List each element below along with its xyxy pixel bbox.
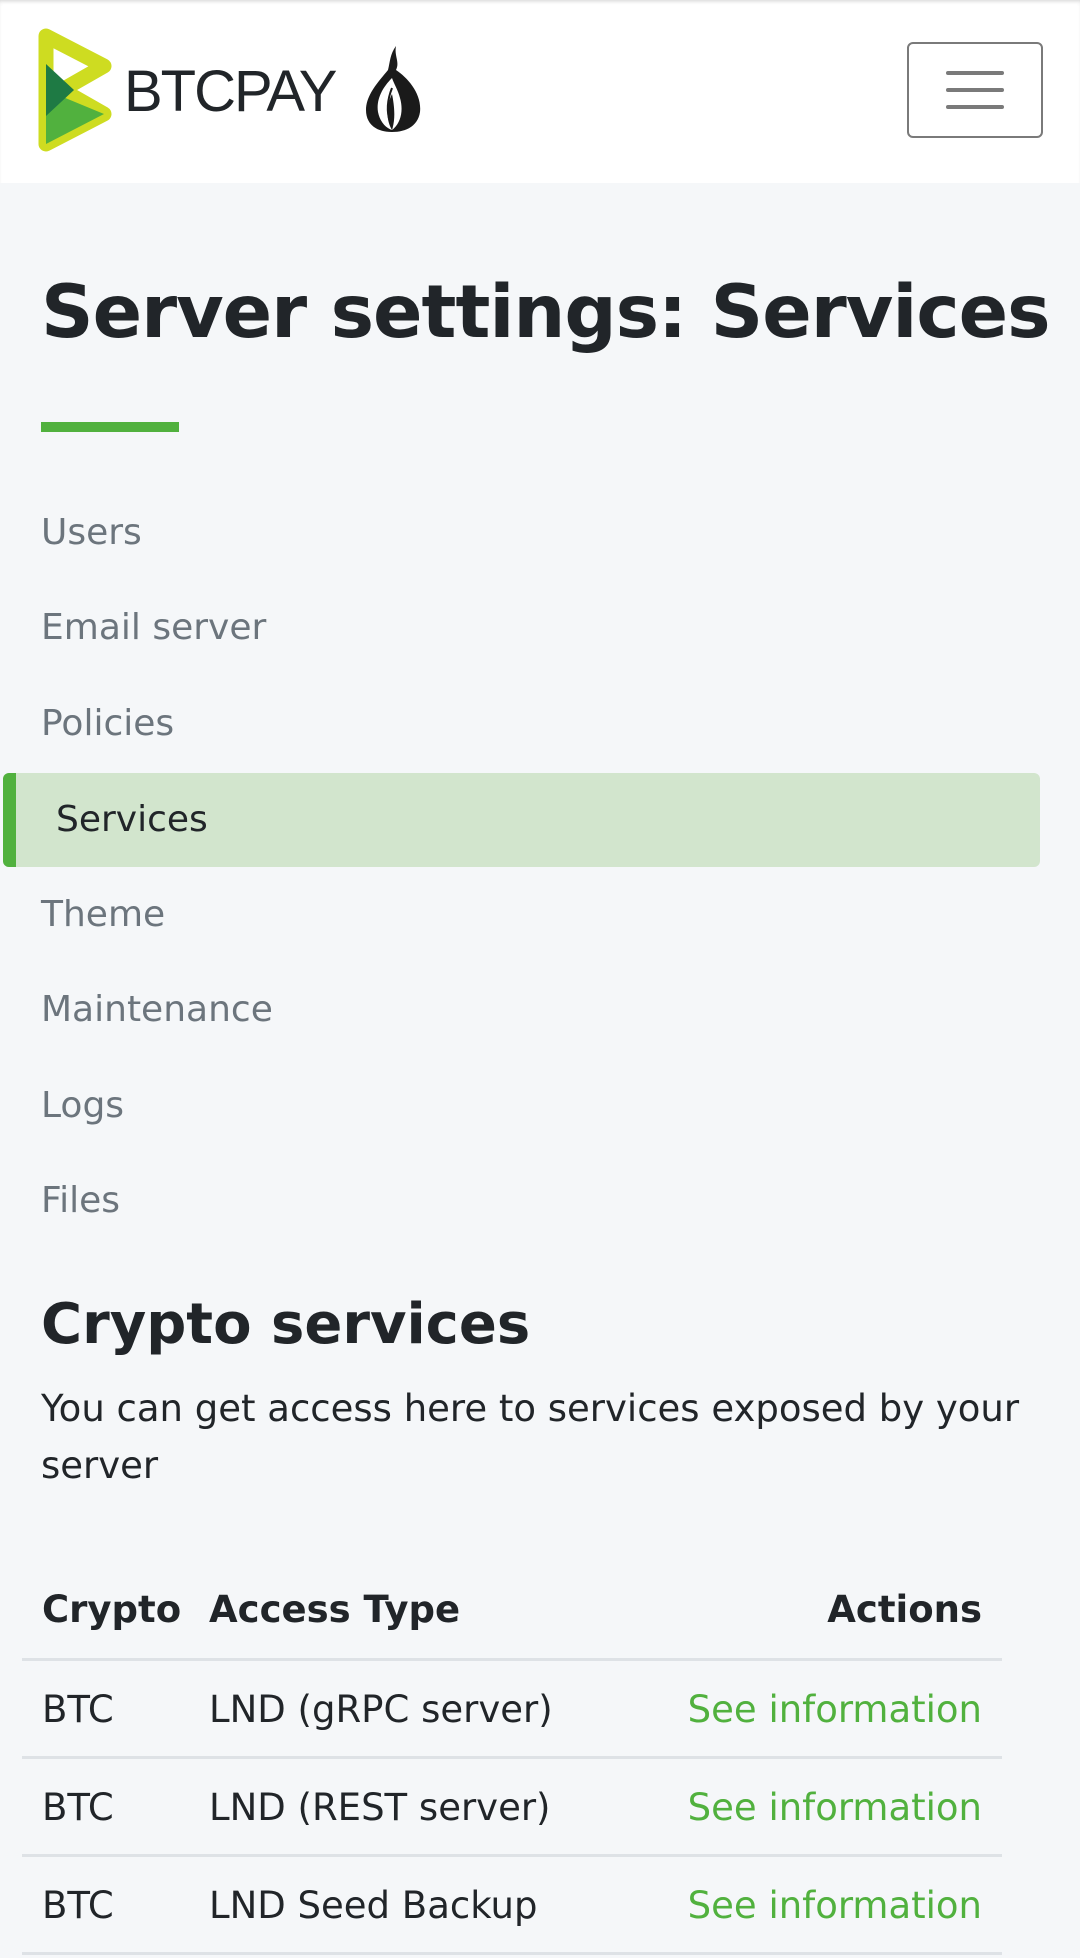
table-row: BTC LND (gRPC server) See information <box>22 1661 1002 1759</box>
cell-crypto: BTC <box>42 1884 114 1927</box>
page-title: Server settings: Services <box>41 270 1051 355</box>
btcpay-logo-icon <box>38 28 112 152</box>
brand-text: BTCPAY <box>124 59 337 124</box>
column-header-actions: Actions <box>827 1588 982 1631</box>
cell-access-type: LND (gRPC server) <box>209 1688 553 1731</box>
nav-item-logs[interactable]: Logs <box>41 1086 124 1126</box>
nav-item-services[interactable]: Services <box>3 773 1040 867</box>
cell-crypto: BTC <box>42 1786 114 1829</box>
table-header-row: Crypto Access Type Actions <box>22 1560 1002 1661</box>
table-row: BTC LND (REST server) See information <box>22 1759 1002 1857</box>
menu-toggle-button[interactable] <box>907 42 1043 138</box>
nav-item-files[interactable]: Files <box>41 1181 120 1221</box>
cell-access-type: LND (REST server) <box>209 1786 551 1829</box>
nav-item-maintenance[interactable]: Maintenance <box>41 990 273 1030</box>
section-title: Crypto services <box>41 1292 531 1357</box>
see-information-link[interactable]: See information <box>688 1857 982 1955</box>
section-description: You can get access here to services expo… <box>41 1387 1020 1487</box>
cell-access-type: LND Seed Backup <box>209 1884 538 1927</box>
nav-item-theme[interactable]: Theme <box>41 895 165 935</box>
title-underline <box>41 422 179 432</box>
top-navbar: BTCPAY <box>0 0 1080 183</box>
see-information-link[interactable]: See information <box>688 1661 982 1759</box>
column-header-access-type: Access Type <box>209 1588 461 1631</box>
nav-item-email-server[interactable]: Email server <box>41 608 266 648</box>
cell-crypto: BTC <box>42 1688 114 1731</box>
table-row: BTC LND Seed Backup See information <box>22 1857 1002 1955</box>
column-header-crypto: Crypto <box>42 1588 182 1631</box>
nav-item-users[interactable]: Users <box>41 513 142 553</box>
nav-item-services-label: Services <box>56 799 208 840</box>
see-information-link[interactable]: See information <box>688 1759 982 1857</box>
onion-icon <box>366 46 421 132</box>
nav-item-policies[interactable]: Policies <box>41 704 174 744</box>
crypto-services-table: Crypto Access Type Actions BTC LND (gRPC… <box>22 1560 1002 1955</box>
hamburger-menu-icon <box>946 71 1004 75</box>
